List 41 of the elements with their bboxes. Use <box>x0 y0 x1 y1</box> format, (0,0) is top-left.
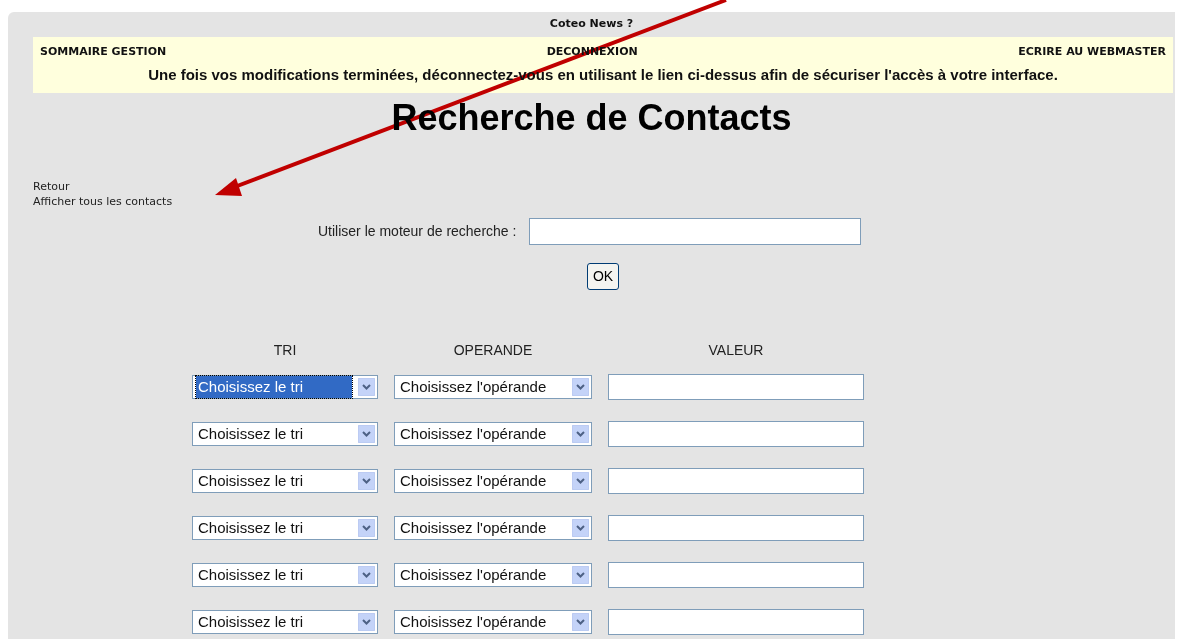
nav-link[interactable]: ECRIRE AU WEBMASTER <box>1018 44 1166 61</box>
value-field[interactable] <box>608 468 864 494</box>
ok-button[interactable]: OK <box>587 263 619 290</box>
text-link[interactable]: Afficher tous les contacts <box>33 194 173 209</box>
value-field[interactable] <box>608 421 864 447</box>
nav-link[interactable]: SOMMAIRE GESTION <box>40 44 167 61</box>
sort-dropdown[interactable]: Choisissez le tri <box>192 563 378 587</box>
value-field[interactable] <box>608 609 864 635</box>
dropdown-caret-icon[interactable] <box>358 613 375 631</box>
column-header: OPERANDE <box>453 341 533 360</box>
text-link[interactable]: Retour <box>33 179 70 194</box>
operand-dropdown[interactable]: Choisissez l'opérande <box>394 422 592 446</box>
sort-dropdown[interactable]: Choisissez le tri <box>192 610 378 634</box>
operand-dropdown[interactable]: Choisissez l'opérande <box>394 516 592 540</box>
dropdown-caret-icon[interactable] <box>572 378 589 396</box>
search-field[interactable] <box>529 218 862 245</box>
dropdown-caret-icon[interactable] <box>358 566 375 584</box>
site-title: Coteo News ? <box>549 16 634 32</box>
operand-dropdown[interactable]: Choisissez l'opérande <box>394 610 592 634</box>
value-field[interactable] <box>608 374 864 400</box>
column-header: VALEUR <box>708 341 764 360</box>
sort-dropdown[interactable]: Choisissez le tri <box>192 375 378 399</box>
sort-dropdown[interactable]: Choisissez le tri <box>192 422 378 446</box>
value-field[interactable] <box>608 515 864 541</box>
column-header: TRI <box>273 341 297 360</box>
dropdown-caret-icon[interactable] <box>572 613 589 631</box>
value-field[interactable] <box>608 562 864 588</box>
operand-dropdown[interactable]: Choisissez l'opérande <box>394 469 592 493</box>
sort-dropdown[interactable]: Choisissez le tri <box>192 516 378 540</box>
dropdown-caret-icon[interactable] <box>572 472 589 490</box>
operand-dropdown[interactable]: Choisissez l'opérande <box>394 563 592 587</box>
search-label: Utiliser le moteur de recherche : <box>318 222 517 241</box>
dropdown-caret-icon[interactable] <box>572 519 589 537</box>
dropdown-caret-icon[interactable] <box>358 472 375 490</box>
sort-dropdown[interactable]: Choisissez le tri <box>192 469 378 493</box>
dropdown-caret-icon[interactable] <box>358 425 375 443</box>
operand-dropdown[interactable]: Choisissez l'opérande <box>394 375 592 399</box>
dropdown-caret-icon[interactable] <box>572 425 589 443</box>
dropdown-caret-icon[interactable] <box>572 566 589 584</box>
dropdown-caret-icon[interactable] <box>358 519 375 537</box>
dropdown-caret-icon[interactable] <box>358 378 375 396</box>
